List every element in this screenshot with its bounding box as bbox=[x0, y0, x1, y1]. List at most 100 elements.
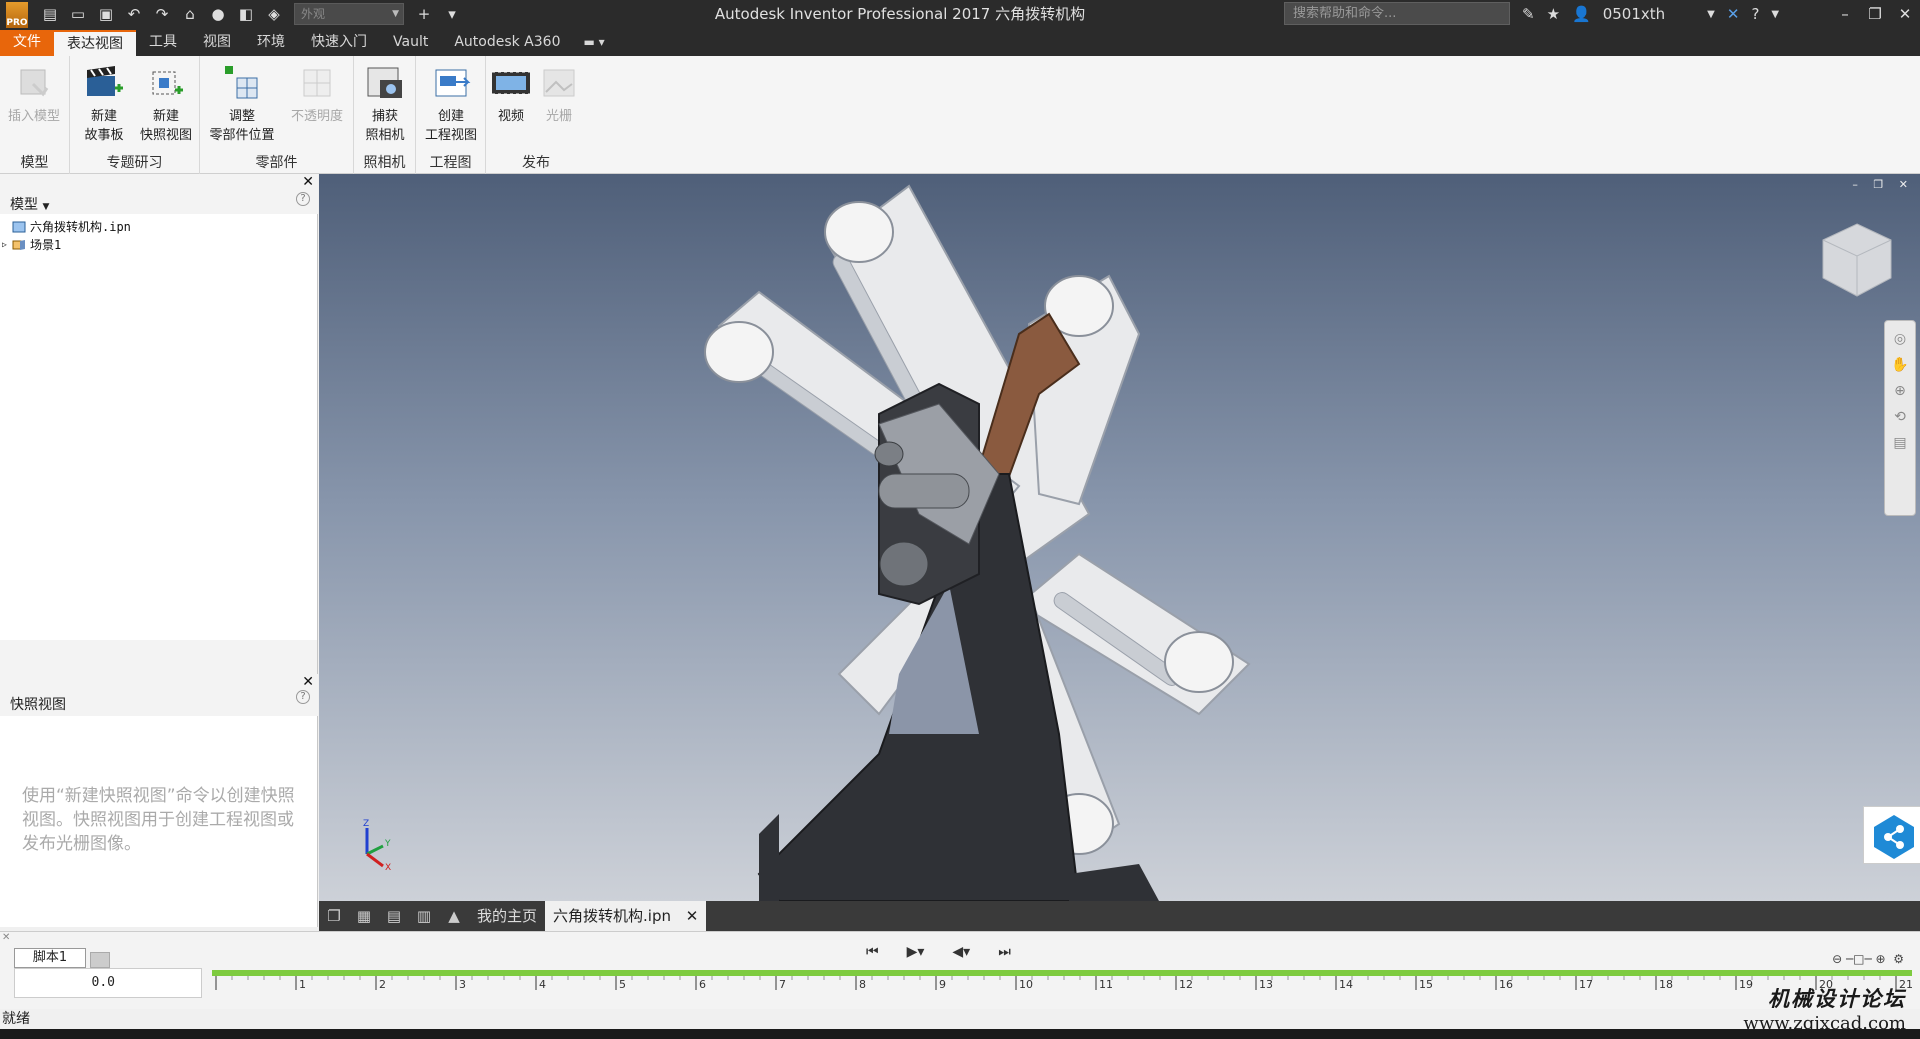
model-browser-title[interactable]: 模型 ▼ bbox=[10, 194, 49, 214]
play-reverse-icon[interactable]: ◀▾ bbox=[952, 944, 970, 960]
arrange-horizontal-icon[interactable]: ▤ bbox=[382, 906, 406, 926]
zoom-icon[interactable]: ⊕ bbox=[1885, 383, 1915, 399]
insert-model-label: 插入模型 bbox=[7, 109, 60, 124]
status-text: 就绪 bbox=[2, 1011, 30, 1027]
customize-qat-icon[interactable]: ▾ bbox=[441, 3, 463, 25]
model-geometry[interactable] bbox=[319, 174, 1920, 901]
tweak-components-button[interactable]: 调整 零部件位置 bbox=[202, 62, 282, 145]
close-icon[interactable]: ✕ bbox=[686, 907, 699, 925]
tile-windows-icon[interactable]: ▦ bbox=[352, 906, 376, 926]
star-icon[interactable]: ★ bbox=[1547, 5, 1560, 23]
model-tree: 六角拨转机构.ipn ▷ 场景1 bbox=[2, 218, 131, 254]
tab-presentation[interactable]: 表达视图 bbox=[54, 30, 136, 56]
group-label-model: 模型 bbox=[20, 155, 49, 171]
close-icon[interactable]: ✕ bbox=[1890, 5, 1920, 23]
group-label-parts: 零部件 bbox=[255, 155, 298, 171]
go-to-start-icon[interactable]: ⏮ bbox=[866, 944, 879, 960]
timeline-zoom[interactable]: ⊖ ─□─ ⊕ ⚙ bbox=[1832, 952, 1904, 966]
close-icon[interactable]: ✕ bbox=[302, 674, 314, 690]
tab-my-home[interactable]: 我的主页 bbox=[469, 901, 545, 931]
axis-triad: Z Y X bbox=[363, 819, 391, 873]
tree-item-scene[interactable]: ▷ 场景1 bbox=[2, 236, 131, 254]
opacity-button[interactable]: 不透明度 bbox=[284, 62, 350, 126]
go-to-end-icon[interactable]: ⏭ bbox=[998, 944, 1011, 960]
restore-icon[interactable]: ❐ bbox=[1860, 5, 1890, 23]
arrange-vertical-icon[interactable]: ▥ bbox=[412, 906, 436, 926]
timeline-tick-label: 12 bbox=[1179, 978, 1193, 991]
app-icon[interactable]: PRO bbox=[6, 1, 28, 28]
user-name[interactable]: 0501xth bbox=[1603, 5, 1665, 23]
pan-icon[interactable]: ✋ bbox=[1885, 357, 1915, 373]
sign-icon[interactable]: ✎ bbox=[1522, 5, 1535, 23]
open-folder-icon[interactable]: ▭ bbox=[67, 3, 89, 25]
cascade-windows-icon[interactable]: ❐ bbox=[322, 906, 346, 926]
share-icon bbox=[1874, 815, 1914, 859]
capture-camera-label: 捕获 照相机 bbox=[365, 109, 405, 143]
scene-icon bbox=[12, 240, 25, 250]
exchange-icon[interactable]: ✕ bbox=[1727, 5, 1740, 23]
document-tabs: ❐ ▦ ▤ ▥ ▲ 我的主页 六角拨转机构.ipn ✕ bbox=[319, 901, 1920, 931]
raster-button[interactable]: 光栅 bbox=[536, 62, 582, 126]
tab-list-icon[interactable]: ▲ bbox=[442, 906, 466, 926]
help-icon[interactable]: ? bbox=[1751, 5, 1759, 23]
timeline-tick-label: 8 bbox=[859, 978, 866, 991]
video-button[interactable]: 视频 bbox=[488, 62, 534, 126]
snapshot-icon bbox=[152, 71, 183, 95]
new-snapshot-label: 新建 快照视图 bbox=[139, 109, 192, 143]
look-at-icon[interactable]: ▤ bbox=[1885, 435, 1915, 451]
appearance-dropdown[interactable]: 外观 ▼ bbox=[294, 3, 404, 25]
tree-item-ipn[interactable]: 六角拨转机构.ipn bbox=[12, 218, 131, 236]
insert-model-button[interactable]: 插入模型 bbox=[4, 62, 64, 126]
create-drawing-view-button[interactable]: 创建 工程视图 bbox=[420, 62, 482, 145]
tab-tools[interactable]: 工具 bbox=[136, 30, 190, 56]
group-topic: 新建 故事板 新建 快照视图 专题研习 bbox=[70, 56, 200, 174]
tab-file[interactable]: 文件 bbox=[0, 30, 54, 56]
tab-get-started[interactable]: 快速入门 bbox=[298, 30, 380, 56]
timeline-track bbox=[212, 970, 1912, 976]
x-axis-label: X bbox=[385, 863, 391, 873]
orbit-icon[interactable]: ⟲ bbox=[1885, 409, 1915, 425]
graphics-viewport[interactable]: – ❐ ✕ ◎ ✋ ⊕ ⟲ ▤ Z Y X bbox=[319, 174, 1920, 901]
tab-vault[interactable]: Vault bbox=[380, 30, 441, 56]
new-file-icon[interactable]: ▤ bbox=[39, 3, 61, 25]
tab-environments[interactable]: 环境 bbox=[244, 30, 298, 56]
timeline-tick-label: 11 bbox=[1099, 978, 1113, 991]
share-button[interactable] bbox=[1863, 806, 1920, 864]
save-icon[interactable]: ▣ bbox=[95, 3, 117, 25]
plus-icon[interactable]: + bbox=[413, 3, 435, 25]
storyboard-close-icon[interactable]: ✕ bbox=[2, 932, 10, 943]
help-icon[interactable]: ? bbox=[296, 690, 310, 704]
timeline[interactable]: 1 2 3 4 5 6 7 8 9 10 11 12 13 14 15 16 17 18 19 20 21 bbox=[212, 968, 1912, 1000]
add-storyboard-button[interactable] bbox=[90, 952, 110, 968]
update-icon[interactable]: ◧ bbox=[235, 3, 257, 25]
viewcube[interactable] bbox=[1819, 220, 1895, 300]
material-icon[interactable]: ◈ bbox=[263, 3, 285, 25]
close-icon[interactable]: ✕ bbox=[302, 174, 314, 190]
tab-a360[interactable]: Autodesk A360 bbox=[441, 30, 573, 56]
minimize-icon[interactable]: – bbox=[1830, 5, 1860, 23]
chevron-down-icon[interactable]: ▼ bbox=[1771, 9, 1779, 20]
timeline-tick-label: 9 bbox=[939, 978, 946, 991]
new-storyboard-button[interactable]: 新建 故事板 bbox=[74, 62, 134, 145]
tab-active-document[interactable]: 六角拨转机构.ipn ✕ bbox=[545, 901, 707, 931]
chevron-down-icon[interactable]: ▼ bbox=[1707, 9, 1715, 20]
new-snapshot-button[interactable]: 新建 快照视图 bbox=[136, 62, 196, 145]
home-icon[interactable]: ⌂ bbox=[179, 3, 201, 25]
tab-view[interactable]: 视图 bbox=[190, 30, 244, 56]
title-bar: PRO ▤ ▭ ▣ ↶ ↷ ⌂ ● ◧ ◈ 外观 ▼ + ▾ Autodesk I… bbox=[0, 0, 1920, 28]
select-filter-icon[interactable]: ● bbox=[207, 3, 229, 25]
undo-icon[interactable]: ↶ bbox=[123, 3, 145, 25]
tweak-label: 调整 零部件位置 bbox=[209, 109, 275, 143]
ribbon-display-icon[interactable]: ▬ ▾ bbox=[573, 30, 614, 56]
timeline-tick-label: 7 bbox=[779, 978, 786, 991]
expand-icon[interactable]: ▷ bbox=[2, 236, 12, 254]
capture-camera-button[interactable]: 捕获 照相机 bbox=[357, 62, 413, 145]
help-icon[interactable]: ? bbox=[296, 192, 310, 206]
steering-wheel-icon[interactable]: ◎ bbox=[1885, 331, 1915, 347]
redo-icon[interactable]: ↷ bbox=[151, 3, 173, 25]
user-icon[interactable]: 👤 bbox=[1572, 5, 1591, 23]
play-forward-icon[interactable]: ▶▾ bbox=[907, 944, 925, 960]
help-search-input[interactable]: 搜索帮助和命令... bbox=[1284, 2, 1510, 25]
current-time-field[interactable]: 0.0 bbox=[14, 968, 202, 998]
storyboard-tab[interactable]: 脚本1 bbox=[14, 948, 86, 968]
